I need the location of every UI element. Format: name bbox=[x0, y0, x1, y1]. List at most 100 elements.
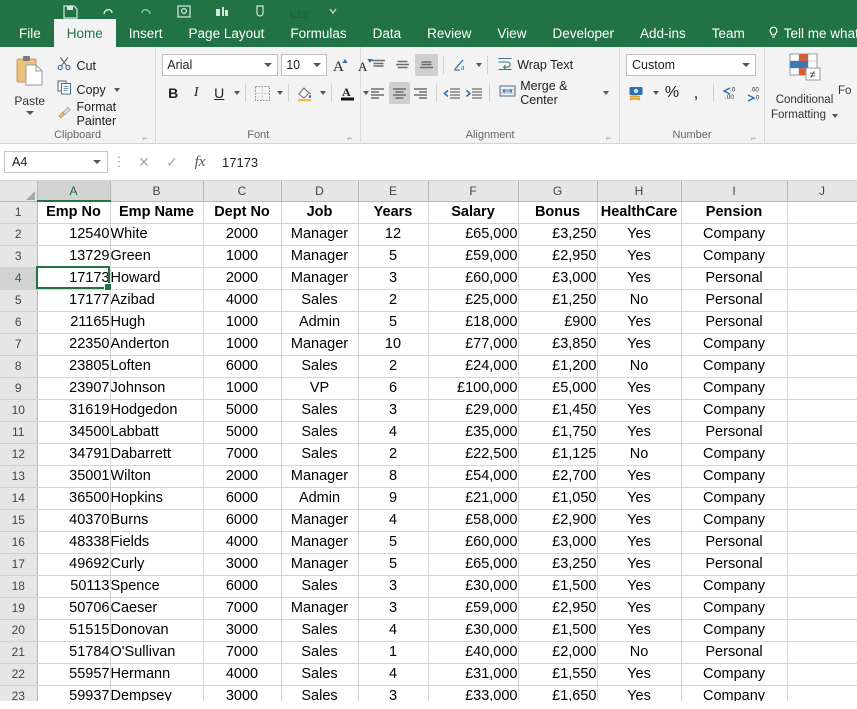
cell-B15[interactable]: Burns bbox=[110, 509, 204, 532]
cell-C16[interactable]: 4000 bbox=[203, 531, 282, 554]
decrease-decimal-button[interactable]: .00.0 bbox=[744, 82, 766, 104]
cell-F17[interactable]: £65,000 bbox=[428, 553, 519, 576]
cell-C21[interactable]: 7000 bbox=[203, 641, 282, 664]
cell-G5[interactable]: £1,250 bbox=[518, 289, 598, 312]
cell-J11[interactable] bbox=[787, 421, 857, 444]
cell-G6[interactable]: £900 bbox=[518, 311, 598, 334]
cell-D13[interactable]: Manager bbox=[281, 465, 359, 488]
cell-F14[interactable]: £21,000 bbox=[428, 487, 519, 510]
cell-C17[interactable]: 3000 bbox=[203, 553, 282, 576]
column-header-a[interactable]: A bbox=[37, 181, 111, 202]
conditional-formatting-caret-icon[interactable] bbox=[831, 113, 838, 118]
cell-C18[interactable]: 6000 bbox=[203, 575, 282, 598]
table-row[interactable]: 23 59937 Dempsey 3000 Sales 3 £33,000 £1,650 Yes… bbox=[0, 685, 857, 701]
cell-A18[interactable]: 50113 bbox=[37, 575, 111, 598]
cell-C13[interactable]: 2000 bbox=[203, 465, 282, 488]
table-row[interactable]: 21 51784 O'Sullivan 7000 Sales 1 £40,000 £2,000… bbox=[0, 641, 857, 664]
tab-page-layout[interactable]: Page Layout bbox=[176, 19, 278, 47]
row-header-11[interactable]: 11 bbox=[0, 421, 38, 444]
cell-G21[interactable]: £2,000 bbox=[518, 641, 598, 664]
italic-button[interactable]: I bbox=[185, 82, 207, 104]
cell-F16[interactable]: £60,000 bbox=[428, 531, 519, 554]
table-row[interactable]: 18 50113 Spence 6000 Sales 3 £30,000 £1,500 Yes C… bbox=[0, 575, 857, 598]
cell-C8[interactable]: 6000 bbox=[203, 355, 282, 378]
underline-button[interactable]: U bbox=[208, 82, 230, 104]
cell-H3[interactable]: Yes bbox=[597, 245, 682, 268]
cell-A6[interactable]: 21165 bbox=[37, 311, 111, 334]
cell-A22[interactable]: 55957 bbox=[37, 663, 111, 686]
cell-E5[interactable]: 2 bbox=[358, 289, 429, 312]
cell-B2[interactable]: White bbox=[110, 223, 204, 246]
cell-E7[interactable]: 10 bbox=[358, 333, 429, 356]
cell-G16[interactable]: £3,000 bbox=[518, 531, 598, 554]
number-format-combobox[interactable]: Custom bbox=[626, 54, 756, 76]
cell-G9[interactable]: £5,000 bbox=[518, 377, 598, 400]
touch-mode-icon[interactable] bbox=[252, 5, 268, 19]
align-middle-button[interactable] bbox=[391, 54, 414, 76]
orientation-button[interactable]: a bbox=[449, 54, 472, 76]
quick-access-toolbar[interactable]: L12 bbox=[0, 0, 857, 19]
cell-B19[interactable]: Caeser bbox=[110, 597, 204, 620]
cell-D5[interactable]: Sales bbox=[281, 289, 359, 312]
tell-me-box[interactable]: Tell me what you bbox=[758, 19, 857, 47]
tab-addins[interactable]: Add-ins bbox=[627, 19, 699, 47]
row-header-16[interactable]: 16 bbox=[0, 531, 38, 554]
cell-J7[interactable] bbox=[787, 333, 857, 356]
cell-E21[interactable]: 1 bbox=[358, 641, 429, 664]
wrap-text-button[interactable]: Wrap Text bbox=[493, 54, 577, 76]
cell-H7[interactable]: Yes bbox=[597, 333, 682, 356]
cell-A3[interactable]: 13729 bbox=[37, 245, 111, 268]
row-header-17[interactable]: 17 bbox=[0, 553, 38, 576]
cell-H8[interactable]: No bbox=[597, 355, 682, 378]
cell-D8[interactable]: Sales bbox=[281, 355, 359, 378]
percent-style-button[interactable]: % bbox=[661, 82, 683, 104]
cell-F5[interactable]: £25,000 bbox=[428, 289, 519, 312]
cell-B5[interactable]: Azibad bbox=[110, 289, 204, 312]
cancel-icon[interactable]: ✕ bbox=[130, 151, 158, 173]
cell-I17[interactable]: Personal bbox=[681, 553, 788, 576]
tab-view[interactable]: View bbox=[484, 19, 539, 47]
increase-indent-button[interactable] bbox=[464, 82, 485, 104]
cell-C15[interactable]: 6000 bbox=[203, 509, 282, 532]
cell-B10[interactable]: Hodgedon bbox=[110, 399, 204, 422]
header-cell-H1[interactable]: HealthCare bbox=[597, 201, 682, 224]
cell-H23[interactable]: Yes bbox=[597, 685, 682, 701]
table-row[interactable]: 12 34791 Dabarrett 7000 Sales 2 £22,500 £1,125 N… bbox=[0, 443, 857, 466]
fill-color-caret-icon[interactable] bbox=[320, 91, 327, 95]
cell-H17[interactable]: Yes bbox=[597, 553, 682, 576]
row-header-21[interactable]: 21 bbox=[0, 641, 38, 664]
cut-button[interactable]: Cut bbox=[54, 55, 150, 77]
tab-home[interactable]: Home bbox=[53, 19, 116, 47]
cell-F11[interactable]: £35,000 bbox=[428, 421, 519, 444]
cell-I21[interactable]: Personal bbox=[681, 641, 788, 664]
cell-A23[interactable]: 59937 bbox=[37, 685, 111, 701]
cell-C11[interactable]: 5000 bbox=[203, 421, 282, 444]
formula-input[interactable] bbox=[214, 151, 853, 173]
align-right-button[interactable] bbox=[411, 82, 432, 104]
cell-D20[interactable]: Sales bbox=[281, 619, 359, 642]
cell-E14[interactable]: 9 bbox=[358, 487, 429, 510]
cell-D15[interactable]: Manager bbox=[281, 509, 359, 532]
row-header-6[interactable]: 6 bbox=[0, 311, 38, 334]
cell-A12[interactable]: 34791 bbox=[37, 443, 111, 466]
cell-G20[interactable]: £1,500 bbox=[518, 619, 598, 642]
cell-F4[interactable]: £60,000 bbox=[428, 267, 519, 290]
column-header-j[interactable]: J bbox=[787, 181, 857, 202]
cell-F12[interactable]: £22,500 bbox=[428, 443, 519, 466]
cell-C9[interactable]: 1000 bbox=[203, 377, 282, 400]
cell-H14[interactable]: Yes bbox=[597, 487, 682, 510]
cell-G22[interactable]: £1,550 bbox=[518, 663, 598, 686]
decrease-indent-button[interactable] bbox=[442, 82, 463, 104]
column-header-h[interactable]: H bbox=[597, 181, 682, 202]
table-row[interactable]: 17 49692 Curly 3000 Manager 5 £65,000 £3,250 Yes… bbox=[0, 553, 857, 576]
cell-H18[interactable]: Yes bbox=[597, 575, 682, 598]
cell-C7[interactable]: 1000 bbox=[203, 333, 282, 356]
cell-A7[interactable]: 22350 bbox=[37, 333, 111, 356]
cell-A17[interactable]: 49692 bbox=[37, 553, 111, 576]
cell-E16[interactable]: 5 bbox=[358, 531, 429, 554]
tab-review[interactable]: Review bbox=[414, 19, 484, 47]
cell-E13[interactable]: 8 bbox=[358, 465, 429, 488]
cell-J6[interactable] bbox=[787, 311, 857, 334]
table-row[interactable]: 11 34500 Labbatt 5000 Sales 4 £35,000 £1,750 Yes… bbox=[0, 421, 857, 444]
cell-C5[interactable]: 4000 bbox=[203, 289, 282, 312]
